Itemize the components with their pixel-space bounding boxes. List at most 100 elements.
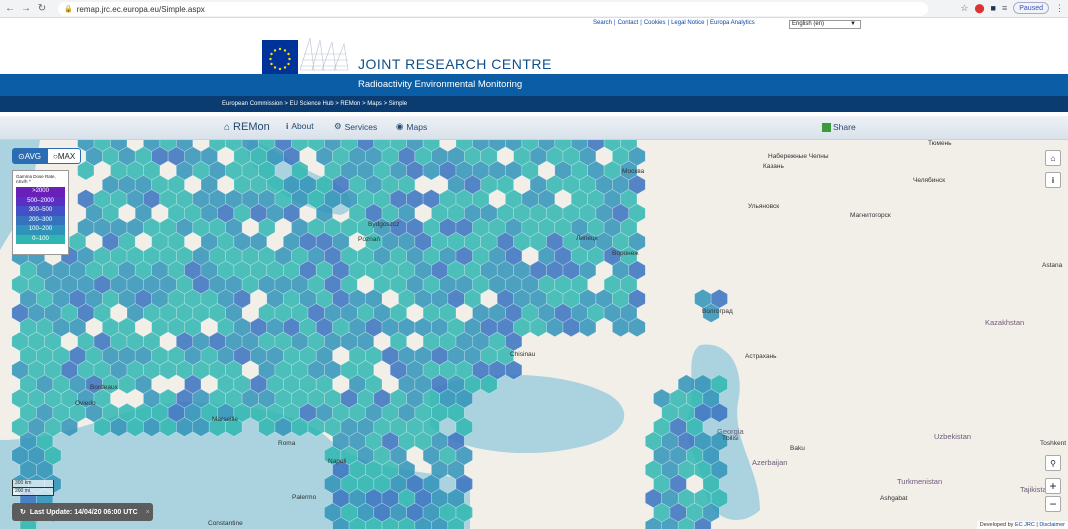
language-select[interactable]: English (en) ▼: [789, 20, 861, 29]
country-label: Turkmenistan: [897, 477, 943, 486]
attribution-prefix: Developed by: [979, 522, 1015, 528]
close-icon[interactable]: ×: [146, 509, 150, 516]
menu-about[interactable]: i About: [286, 121, 314, 131]
scale-bar: 300 km 200 mi: [12, 480, 54, 496]
menu-services[interactable]: ⚙ Services: [334, 121, 377, 132]
legend-title-text: Gamma Dose Rate, nSv/h: [16, 174, 56, 184]
home-icon: ⌂: [1050, 153, 1056, 163]
city-label: Ashgabat: [880, 495, 908, 502]
address-bar[interactable]: 🔒 remap.jrc.ec.europa.eu/Simple.aspx: [58, 2, 928, 16]
utility-links: Search | Contact | Cookies | Legal Notice | …: [593, 20, 755, 26]
legend-range: 500–2000: [16, 196, 65, 206]
max-label: MAX: [57, 152, 76, 161]
chevron-down-icon: ▼: [850, 21, 856, 27]
menu-maps-label: Maps: [406, 121, 428, 132]
forward-icon[interactable]: →: [20, 3, 32, 14]
city-label: Москва: [622, 168, 645, 175]
language-value: English (en): [792, 21, 825, 27]
country-label: Uzbekistan: [934, 432, 972, 441]
city-label: Волгоград: [702, 308, 733, 315]
chevron-up-icon[interactable]: ^: [29, 179, 31, 184]
analytics-link[interactable]: Europa Analytics: [710, 20, 755, 26]
city-label: Воронеж: [612, 250, 639, 257]
scale-mi: 200 mi: [12, 488, 54, 496]
berlaymont-building-icon: [298, 36, 350, 72]
zoom-in-button[interactable]: +: [1045, 478, 1061, 494]
city-label: Липецк: [576, 235, 598, 242]
home-view-button[interactable]: ⌂: [1045, 150, 1061, 166]
check-circle-icon: ⊙: [18, 152, 25, 161]
city-label: Chisinau: [510, 351, 536, 358]
share-button[interactable]: Share: [822, 122, 856, 132]
header-band: [0, 74, 1068, 96]
legend-range: 200–300: [16, 215, 65, 225]
dose-rate-legend: Gamma Dose Rate, nSv/h ^ >2000 500–2000 30…: [12, 170, 69, 255]
city-label: Marseille: [212, 416, 239, 423]
info-icon: i: [1051, 175, 1055, 185]
avg-label: AVG: [24, 152, 42, 161]
extension-icon[interactable]: ⬤: [974, 3, 984, 14]
profile-paused-button[interactable]: Paused: [1013, 2, 1049, 14]
contact-link[interactable]: Contact: [618, 20, 639, 26]
legend-rows: >2000 500–2000 300–500 200–300 100–200 0–100: [16, 187, 65, 244]
gears-icon: ⚙: [334, 121, 342, 131]
zoom-out-button[interactable]: −: [1045, 496, 1061, 512]
city-label: Constantine: [208, 520, 243, 527]
disclaimer-link[interactable]: Disclaimer: [1039, 522, 1065, 528]
map-marker-icon: ⚲: [1050, 458, 1056, 468]
legend-title: Gamma Dose Rate, nSv/h ^: [16, 174, 65, 184]
menu-home[interactable]: ⌂ REMon: [224, 121, 270, 133]
cookies-link[interactable]: Cookies: [644, 20, 666, 26]
lock-icon: 🔒: [64, 6, 73, 13]
page-title: JOINT RESEARCH CENTRE: [358, 56, 552, 72]
reading-list-icon[interactable]: ≡: [1002, 3, 1007, 13]
map-layer: [0, 140, 760, 529]
plus-icon: +: [1049, 479, 1057, 493]
city-label: Oviedo: [75, 400, 96, 407]
country-label: Kazakhstan: [985, 318, 1025, 327]
legend-range: 0–100: [16, 234, 65, 244]
breadcrumb[interactable]: European Commission > EU Science Hub > R…: [222, 101, 407, 107]
minus-icon: −: [1049, 497, 1057, 511]
map-canvas[interactable]: Москва Казань Набережные Челны Ульяновск…: [0, 140, 1068, 529]
country-label: Azerbaijan: [752, 458, 788, 467]
city-label: Baku: [790, 445, 805, 452]
legend-range: 100–200: [16, 225, 65, 235]
last-update-text: Last Update: 14/04/20 06:00 UTC: [29, 508, 138, 516]
home-icon: ⌂: [224, 121, 231, 133]
avg-button[interactable]: ⊙AVG: [12, 148, 48, 164]
max-button[interactable]: ○MAX: [47, 148, 82, 164]
share-label: Share: [833, 122, 856, 132]
info-button[interactable]: i: [1045, 172, 1061, 188]
breadcrumb-band: [0, 96, 1068, 112]
browser-toolbar: ← → ↻ 🔒 remap.jrc.ec.europa.eu/Simple.as…: [0, 0, 1068, 18]
city-label: Bydgoszcz: [368, 221, 400, 228]
eu-flag-icon: [262, 40, 298, 78]
city-label: Astana: [1042, 262, 1063, 269]
jrc-link[interactable]: EC JRC: [1015, 522, 1035, 528]
menu-icon[interactable]: ⋮: [1055, 3, 1064, 14]
avg-max-toggle: ⊙AVG ○MAX: [12, 148, 82, 164]
legal-notice-link[interactable]: Legal Notice: [671, 20, 704, 26]
city-label: Palermo: [292, 494, 317, 501]
city-label: Магнитогорск: [850, 212, 891, 219]
city-label: Toshkent: [1040, 440, 1067, 447]
refresh-icon: ↻: [20, 509, 26, 516]
menu-services-label: Services: [344, 121, 378, 132]
attribution: Developed by EC JRC | Disclaimer: [976, 521, 1068, 529]
extension2-icon[interactable]: ■: [991, 3, 996, 13]
scale-km: 300 km: [12, 480, 54, 488]
menu-about-label: About: [291, 121, 314, 131]
city-label: Roma: [278, 440, 296, 447]
city-label: Poznań: [358, 236, 381, 243]
reload-icon[interactable]: ↻: [36, 3, 48, 14]
site-subtitle: Radioactivity Environmental Monitoring: [358, 79, 523, 90]
back-icon[interactable]: ←: [4, 3, 16, 14]
locate-button[interactable]: ⚲: [1045, 455, 1061, 471]
city-label: Челябинск: [913, 177, 946, 184]
menu-maps[interactable]: ◉ Maps: [396, 121, 427, 132]
search-link[interactable]: Search: [593, 20, 612, 26]
city-label: Тюмень: [928, 140, 952, 147]
city-label: Tbilisi: [722, 435, 739, 442]
star-icon[interactable]: ☆: [960, 3, 968, 14]
